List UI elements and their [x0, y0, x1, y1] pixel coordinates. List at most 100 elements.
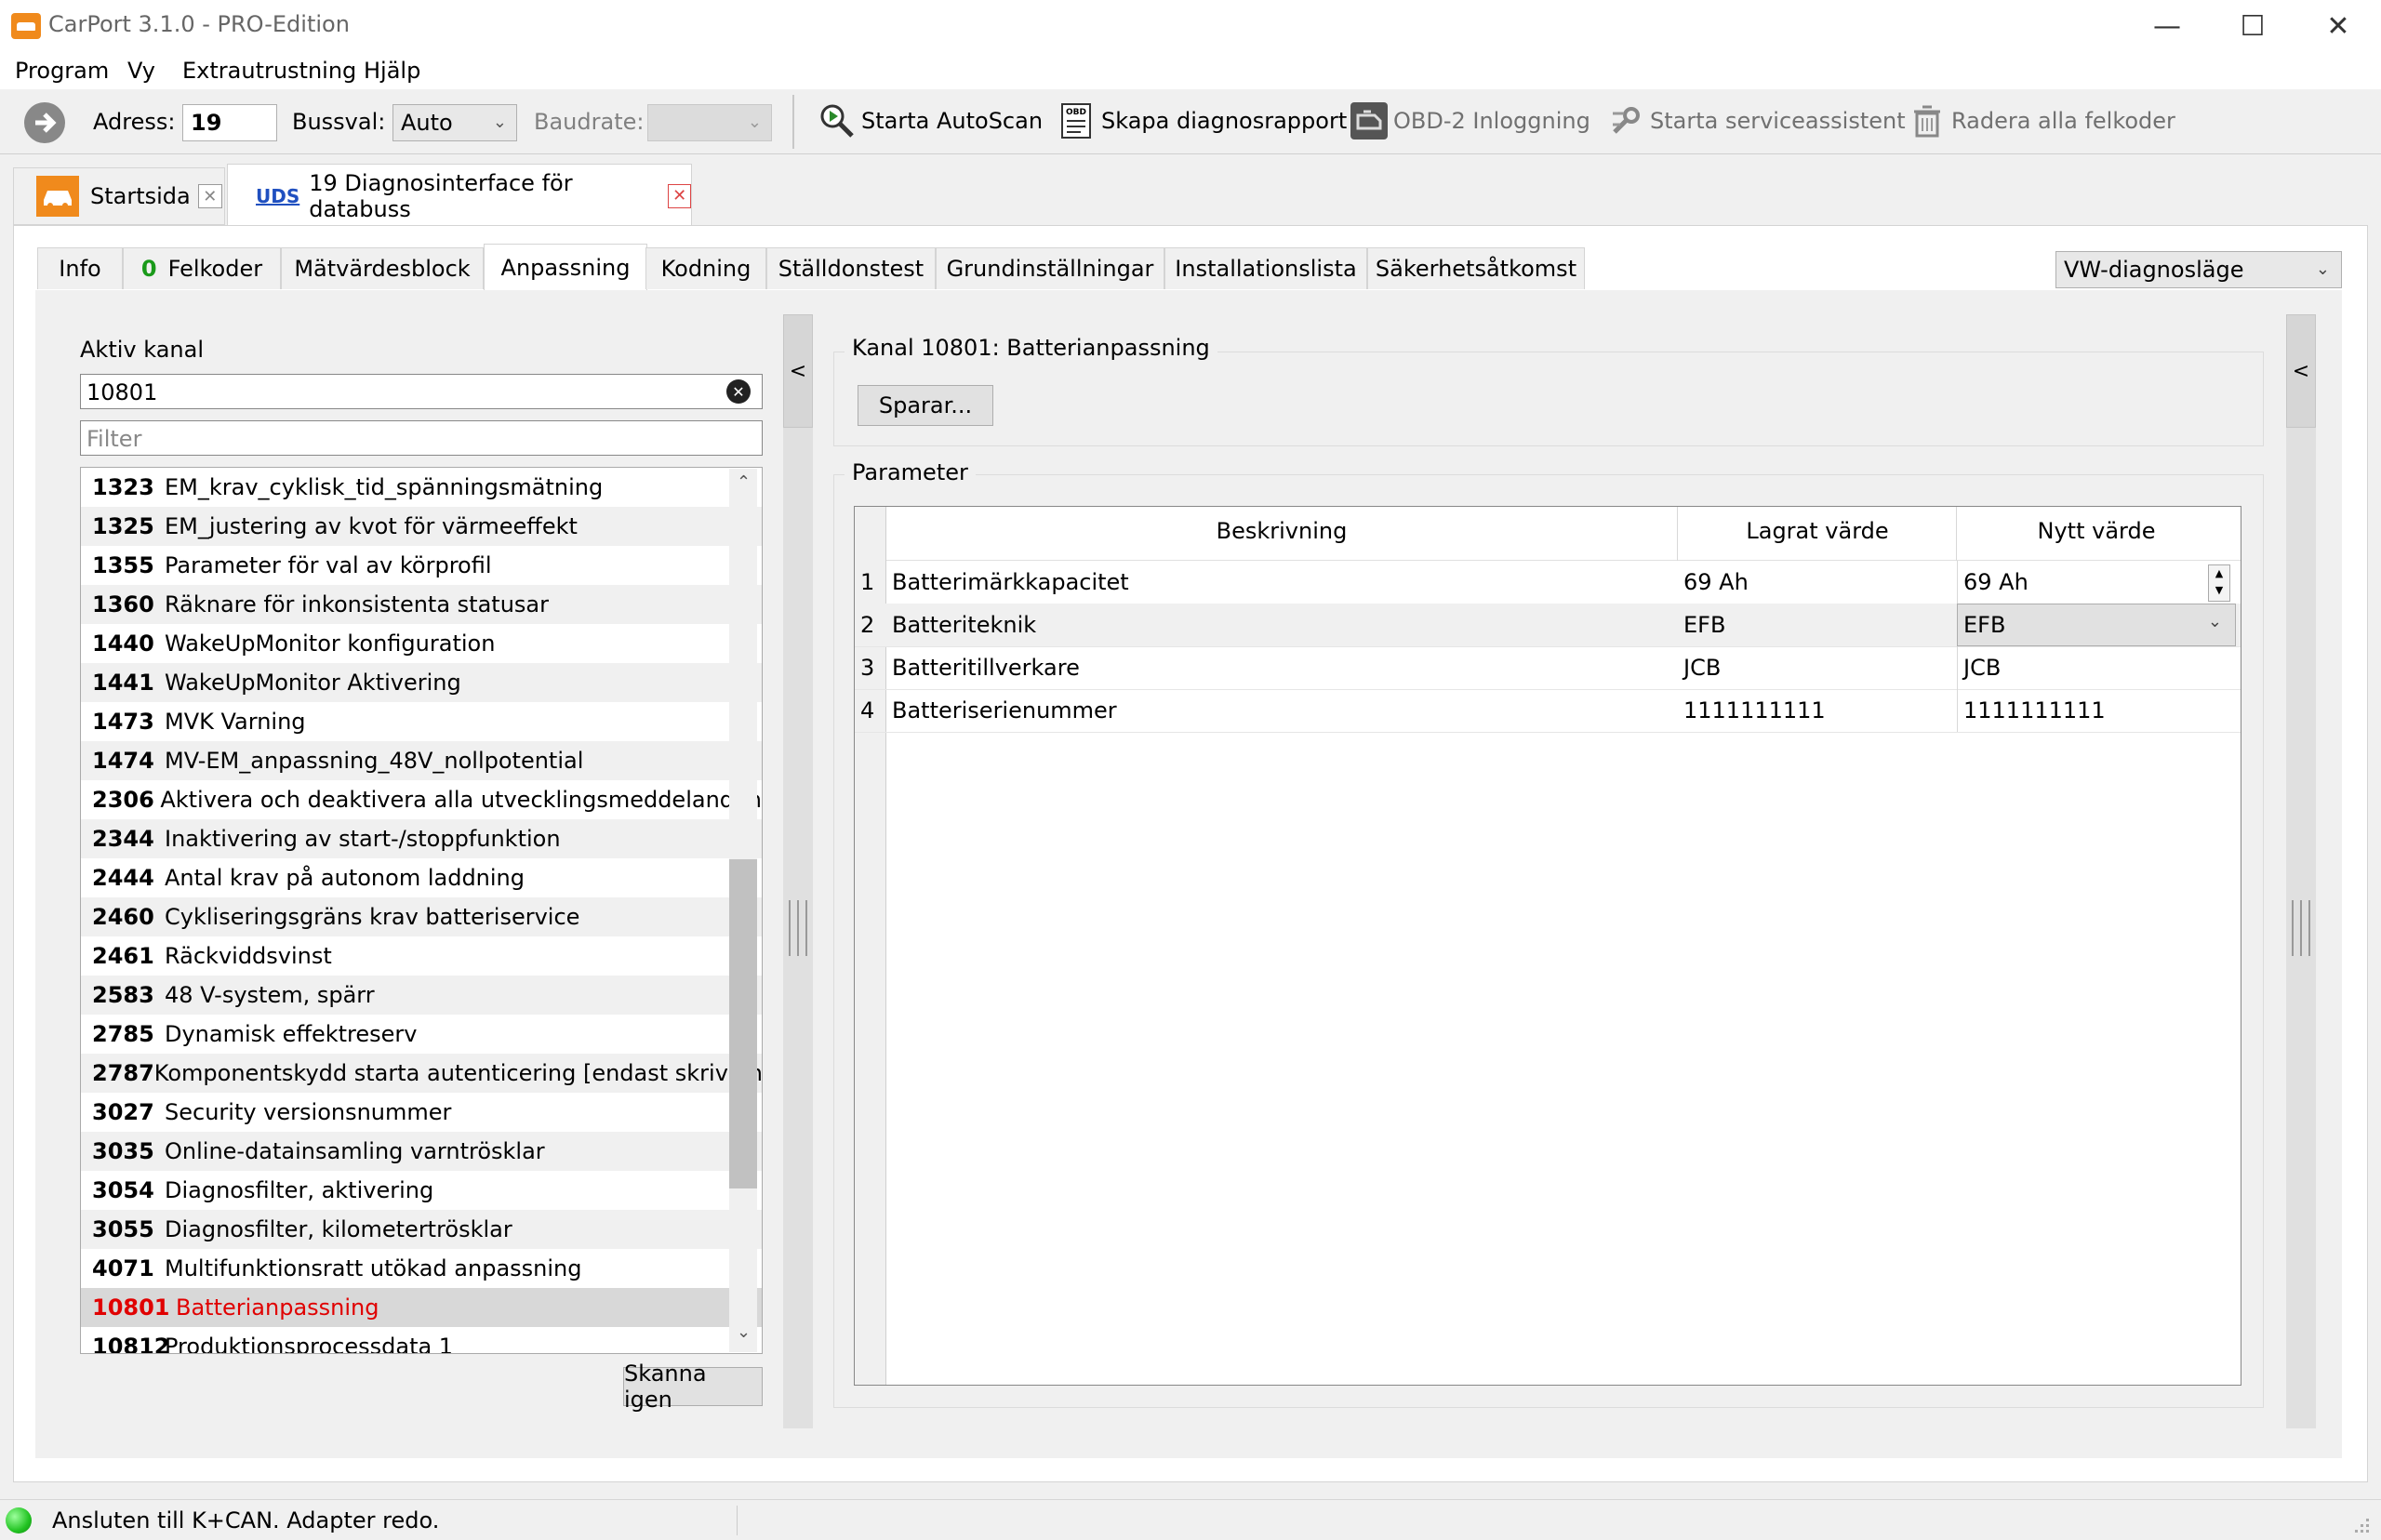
- channel-list-item[interactable]: 1355 Parameter för val av körprofil: [81, 546, 762, 585]
- new-value[interactable]: 1111111111: [1957, 689, 2236, 732]
- maximize-button[interactable]: ☐: [2210, 0, 2295, 52]
- parameter-row[interactable]: 2 Batteriteknik EFB EFB ⌄: [855, 604, 2241, 647]
- collapse-left-button[interactable]: <: [783, 314, 813, 428]
- collapse-right-button[interactable]: <: [2286, 314, 2316, 428]
- channel-name: Diagnosfilter, kilometertrösklar: [165, 1216, 512, 1242]
- channel-list-item[interactable]: 3055 Diagnosfilter, kilometertrösklar: [81, 1210, 762, 1249]
- status-divider: [737, 1506, 738, 1535]
- channel-list-item[interactable]: 10812 Produktionsprocessdata 1: [81, 1327, 762, 1353]
- menu-vy[interactable]: Vy: [127, 58, 155, 84]
- connect-arrow-icon[interactable]: [24, 102, 65, 143]
- save-button[interactable]: Sparar...: [858, 385, 993, 426]
- left-splitter[interactable]: <: [783, 314, 813, 1428]
- menu-program[interactable]: Program: [15, 58, 109, 84]
- new-value[interactable]: EFB ⌄: [1957, 604, 2236, 646]
- channel-group-title: Kanal 10801: Batterianpassning: [845, 335, 1217, 361]
- stepper-up-icon[interactable]: ▲: [2209, 565, 2229, 582]
- column-header-new: Nytt värde: [2037, 518, 2156, 544]
- channel-number: 2344: [92, 826, 154, 852]
- channel-name: Komponentskydd starta autenticering [end…: [153, 1060, 763, 1086]
- service-assistant-button[interactable]: Starta serviceassistent: [1607, 99, 1906, 143]
- channel-list-item[interactable]: 2787 Komponentskydd starta autenticering …: [81, 1054, 762, 1093]
- parameter-group-title: Parameter: [845, 459, 976, 485]
- channel-list-item[interactable]: 2461 Räckviddsvinst: [81, 936, 762, 976]
- channel-list-item[interactable]: 1323 EM_krav_cyklisk_tid_spänningsmätning: [81, 468, 762, 507]
- scroll-up-icon[interactable]: ⌃: [737, 472, 751, 492]
- channel-list-item[interactable]: 2306 Aktivera och deaktivera alla utveckl…: [81, 780, 762, 819]
- baud-select[interactable]: ⌄: [647, 104, 772, 141]
- channel-list-item[interactable]: 10801 Batterianpassning: [81, 1288, 762, 1327]
- channel-name: EM_justering av kvot för värmeeffekt: [165, 513, 578, 539]
- status-bar: Ansluten till K+CAN. Adapter redo.: [0, 1499, 2381, 1540]
- row-index: 1: [855, 561, 886, 604]
- new-value-text: JCB: [1963, 655, 2002, 681]
- clear-input-icon[interactable]: ✕: [726, 379, 751, 404]
- stored-value-text: 1111111111: [1683, 697, 1826, 724]
- clear-codes-button[interactable]: Radera alla felkoder: [1909, 99, 2175, 143]
- active-channel-input[interactable]: 10801 ✕: [80, 374, 763, 409]
- tab-anpassning[interactable]: Anpassning: [484, 244, 647, 291]
- menu-hjalp[interactable]: Hjälp: [364, 58, 420, 84]
- channel-list-item[interactable]: 1325 EM_justering av kvot för värmeeffekt: [81, 507, 762, 546]
- channel-list-item[interactable]: 2344 Inaktivering av start-/stoppfunktion: [81, 819, 762, 858]
- diagnostic-mode-select[interactable]: VW-diagnosläge ⌄: [2055, 251, 2342, 288]
- channel-number: 1360: [92, 591, 154, 617]
- tab-sakerhetsatkomst[interactable]: Säkerhetsåtkomst: [1367, 247, 1585, 289]
- parameter-row[interactable]: 1 Batterimärkkapacitet 69 Ah 69 Ah ▲ ▼: [855, 561, 2241, 604]
- channel-number: 2444: [92, 865, 154, 891]
- channel-list-item[interactable]: 3054 Diagnosfilter, aktivering: [81, 1171, 762, 1210]
- channel-name: Räckviddsvinst: [165, 943, 332, 969]
- menu-extrautrustning[interactable]: Extrautrustning: [182, 58, 356, 84]
- channel-list-item[interactable]: 2583 48 V-system, spärr: [81, 976, 762, 1015]
- engine-icon: [1350, 102, 1388, 139]
- channel-name: MV-EM_anpassning_48V_nollpotential: [165, 748, 584, 774]
- parameter-description-text: Batteriteknik: [892, 612, 1037, 638]
- doc-tab-startsida[interactable]: Startsida ✕: [13, 167, 225, 225]
- new-value[interactable]: JCB: [1957, 646, 2236, 689]
- resize-grip-icon[interactable]: [2349, 1513, 2370, 1533]
- tab-installationslista[interactable]: Installationslista: [1164, 247, 1367, 289]
- create-report-button[interactable]: OBD Skapa diagnosrapport: [1058, 99, 1347, 143]
- close-tab-icon[interactable]: ✕: [197, 184, 222, 208]
- doc-tab-uds[interactable]: UDS 19 Diagnosinterface för databuss ✕: [227, 164, 692, 227]
- channel-list-item[interactable]: 1441 WakeUpMonitor Aktivering: [81, 663, 762, 702]
- stepper-down-icon[interactable]: ▼: [2209, 582, 2229, 599]
- channel-list-item[interactable]: 3035 Online-datainsamling varntrösklar: [81, 1132, 762, 1171]
- channel-list-item[interactable]: 1474 MV-EM_anpassning_48V_nollpotential: [81, 741, 762, 780]
- channel-list-item[interactable]: 1440 WakeUpMonitor konfiguration: [81, 624, 762, 663]
- channel-list-item[interactable]: 4071 Multifunktionsratt utökad anpassning: [81, 1249, 762, 1288]
- chevron-down-icon: ⌄: [2207, 612, 2222, 631]
- channel-list-item[interactable]: 2444 Antal krav på autonom laddning: [81, 858, 762, 897]
- channel-list-scrollbar[interactable]: ⌃ ⌄: [729, 469, 757, 1352]
- minimize-button[interactable]: —: [2124, 0, 2210, 52]
- close-window-button[interactable]: ✕: [2295, 0, 2381, 52]
- value-stepper[interactable]: ▲ ▼: [2208, 564, 2230, 602]
- parameter-row[interactable]: 3 Batteritillverkare JCB JCB: [855, 646, 2241, 690]
- rescan-button[interactable]: Skanna igen: [623, 1361, 763, 1413]
- tab-matvardesblock[interactable]: Mätvärdesblock: [281, 247, 484, 289]
- address-input[interactable]: 19: [182, 104, 277, 141]
- obd-login-button[interactable]: OBD-2 Inloggning: [1350, 99, 1590, 143]
- row-index-text: 3: [860, 655, 875, 681]
- scroll-down-icon[interactable]: ⌄: [737, 1322, 751, 1342]
- tab-grundinstallningar[interactable]: Grundinställningar: [936, 247, 1164, 289]
- channel-list-item[interactable]: 2785 Dynamisk effektreserv: [81, 1015, 762, 1054]
- tab-kodning[interactable]: Kodning: [645, 247, 766, 289]
- bus-select[interactable]: Auto ⌄: [392, 104, 517, 141]
- channel-list-item[interactable]: 1360 Räknare för inkonsistenta statusar: [81, 585, 762, 624]
- close-tab-icon[interactable]: ✕: [668, 183, 691, 208]
- channel-list-item[interactable]: 3027 Security versionsnummer: [81, 1093, 762, 1132]
- tab-info[interactable]: Info: [37, 247, 123, 289]
- channel-list[interactable]: 1323 EM_krav_cyklisk_tid_spänningsmätning…: [80, 467, 763, 1354]
- start-autoscan-button[interactable]: Starta AutoScan: [818, 99, 1043, 143]
- tab-stalldonstest[interactable]: Ställdonstest: [766, 247, 936, 289]
- channel-list-item[interactable]: 2460 Cykliseringsgräns krav batteriservic…: [81, 897, 762, 936]
- status-led-icon: [6, 1507, 32, 1533]
- filter-input[interactable]: Filter: [80, 420, 763, 456]
- scrollbar-thumb[interactable]: [729, 859, 757, 1188]
- new-value[interactable]: 69 Ah ▲ ▼: [1957, 561, 2236, 604]
- parameter-row[interactable]: 4 Batteriserienummer 1111111111 1111111111: [855, 689, 2241, 733]
- channel-list-item[interactable]: 1473 MVK Varning: [81, 702, 762, 741]
- right-splitter[interactable]: <: [2286, 314, 2316, 1428]
- tab-felkoder[interactable]: 0 Felkoder: [123, 247, 281, 289]
